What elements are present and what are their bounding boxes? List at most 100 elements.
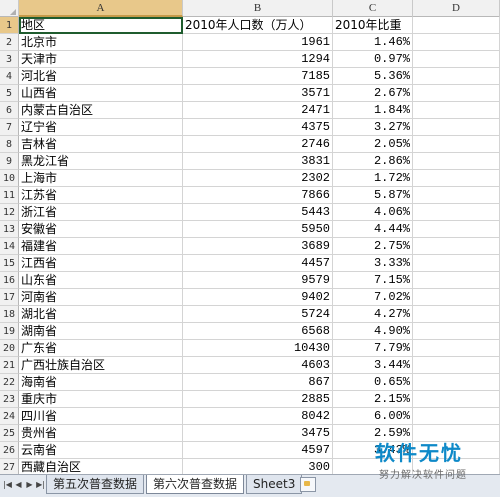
cell-percentage[interactable]: 5.36%	[333, 68, 413, 85]
cell-region[interactable]: 重庆市	[19, 391, 183, 408]
row-header[interactable]: 26	[0, 442, 19, 459]
row-header[interactable]: 14	[0, 238, 19, 255]
cell-empty[interactable]	[413, 255, 500, 272]
cell-empty[interactable]	[413, 408, 500, 425]
cell-empty[interactable]	[413, 68, 500, 85]
row-header[interactable]: 10	[0, 170, 19, 187]
cell-percentage[interactable]: 4.44%	[333, 221, 413, 238]
cell-empty[interactable]	[413, 306, 500, 323]
spreadsheet-grid[interactable]: A B C D 1 地区 2010年人口数（万人） 2010年比重 2 北京市 19…	[0, 0, 500, 474]
column-header-b[interactable]: B	[183, 0, 333, 17]
cell-empty[interactable]	[413, 102, 500, 119]
insert-sheet-icon[interactable]	[300, 477, 316, 492]
cell-empty[interactable]	[413, 357, 500, 374]
cell-percentage[interactable]: 1.72%	[333, 170, 413, 187]
cell-empty[interactable]	[413, 374, 500, 391]
cell-region[interactable]: 湖北省	[19, 306, 183, 323]
cell-empty[interactable]	[413, 238, 500, 255]
cell-empty[interactable]	[413, 85, 500, 102]
cell-region[interactable]: 辽宁省	[19, 119, 183, 136]
column-header-d[interactable]: D	[413, 0, 500, 17]
tab-sheet3[interactable]: Sheet3	[246, 475, 303, 494]
cell-percentage[interactable]: 2.15%	[333, 391, 413, 408]
cell-c1[interactable]: 2010年比重	[333, 17, 413, 34]
cell-population[interactable]: 867	[183, 374, 333, 391]
cell-population[interactable]: 10430	[183, 340, 333, 357]
cell-percentage[interactable]: 7.02%	[333, 289, 413, 306]
column-header-a[interactable]: A	[19, 0, 183, 17]
row-header[interactable]: 6	[0, 102, 19, 119]
cell-percentage[interactable]: 7.79%	[333, 340, 413, 357]
row-header[interactable]: 11	[0, 187, 19, 204]
cell-population[interactable]: 6568	[183, 323, 333, 340]
cell-d1[interactable]	[413, 17, 500, 34]
row-header[interactable]: 3	[0, 51, 19, 68]
cell-empty[interactable]	[413, 221, 500, 238]
row-header[interactable]: 24	[0, 408, 19, 425]
cell-population[interactable]: 2302	[183, 170, 333, 187]
cell-population[interactable]: 2746	[183, 136, 333, 153]
cell-population[interactable]: 5443	[183, 204, 333, 221]
row-header[interactable]: 12	[0, 204, 19, 221]
cell-population[interactable]: 4603	[183, 357, 333, 374]
cell-region[interactable]: 西藏自治区	[19, 459, 183, 474]
cell-region[interactable]: 江西省	[19, 255, 183, 272]
cell-empty[interactable]	[413, 170, 500, 187]
cell-region[interactable]: 天津市	[19, 51, 183, 68]
cell-percentage[interactable]: 3.33%	[333, 255, 413, 272]
tab-sheet-5th-census[interactable]: 第五次普查数据	[46, 475, 145, 494]
row-header[interactable]: 22	[0, 374, 19, 391]
cell-region[interactable]: 江苏省	[19, 187, 183, 204]
row-header[interactable]: 8	[0, 136, 19, 153]
next-sheet-icon[interactable]: ▶	[25, 479, 34, 491]
cell-percentage[interactable]: 6.00%	[333, 408, 413, 425]
row-header[interactable]: 9	[0, 153, 19, 170]
last-sheet-icon[interactable]: ▶|	[36, 479, 45, 491]
cell-population[interactable]: 1294	[183, 51, 333, 68]
cell-empty[interactable]	[413, 323, 500, 340]
cell-empty[interactable]	[413, 204, 500, 221]
cell-percentage[interactable]: 1.84%	[333, 102, 413, 119]
cell-region[interactable]: 河北省	[19, 68, 183, 85]
cell-percentage[interactable]: 0.65%	[333, 374, 413, 391]
cell-population[interactable]: 3689	[183, 238, 333, 255]
row-header[interactable]: 16	[0, 272, 19, 289]
cell-empty[interactable]	[413, 289, 500, 306]
cell-region[interactable]: 云南省	[19, 442, 183, 459]
cell-population[interactable]: 300	[183, 459, 333, 474]
row-header[interactable]: 20	[0, 340, 19, 357]
prev-sheet-icon[interactable]: ◀	[14, 479, 23, 491]
cell-percentage[interactable]: 0.97%	[333, 51, 413, 68]
cell-population[interactable]: 7866	[183, 187, 333, 204]
cell-empty[interactable]	[413, 187, 500, 204]
row-header[interactable]: 4	[0, 68, 19, 85]
cell-percentage[interactable]: 2.86%	[333, 153, 413, 170]
cell-population[interactable]: 3831	[183, 153, 333, 170]
row-header[interactable]: 13	[0, 221, 19, 238]
row-header[interactable]: 27	[0, 459, 19, 474]
row-header[interactable]: 25	[0, 425, 19, 442]
cell-population[interactable]: 4457	[183, 255, 333, 272]
cell-population[interactable]: 7185	[183, 68, 333, 85]
cell-region[interactable]: 北京市	[19, 34, 183, 51]
cell-population[interactable]: 3571	[183, 85, 333, 102]
cell-population[interactable]: 5950	[183, 221, 333, 238]
select-all-corner[interactable]	[0, 0, 19, 17]
cell-empty[interactable]	[413, 340, 500, 357]
cell-population[interactable]: 2885	[183, 391, 333, 408]
cell-percentage[interactable]: 2.75%	[333, 238, 413, 255]
cell-empty[interactable]	[413, 136, 500, 153]
cell-population[interactable]: 9579	[183, 272, 333, 289]
cell-region[interactable]: 湖南省	[19, 323, 183, 340]
row-header[interactable]: 1	[0, 17, 19, 34]
cell-a1-selected[interactable]: 地区	[19, 17, 183, 34]
cell-percentage[interactable]: 2.05%	[333, 136, 413, 153]
cell-region[interactable]: 广东省	[19, 340, 183, 357]
row-header[interactable]: 21	[0, 357, 19, 374]
cell-region[interactable]: 海南省	[19, 374, 183, 391]
cell-percentage[interactable]: 4.90%	[333, 323, 413, 340]
cell-population[interactable]: 3475	[183, 425, 333, 442]
cell-population[interactable]: 8042	[183, 408, 333, 425]
row-header[interactable]: 17	[0, 289, 19, 306]
cell-percentage[interactable]: 2.67%	[333, 85, 413, 102]
